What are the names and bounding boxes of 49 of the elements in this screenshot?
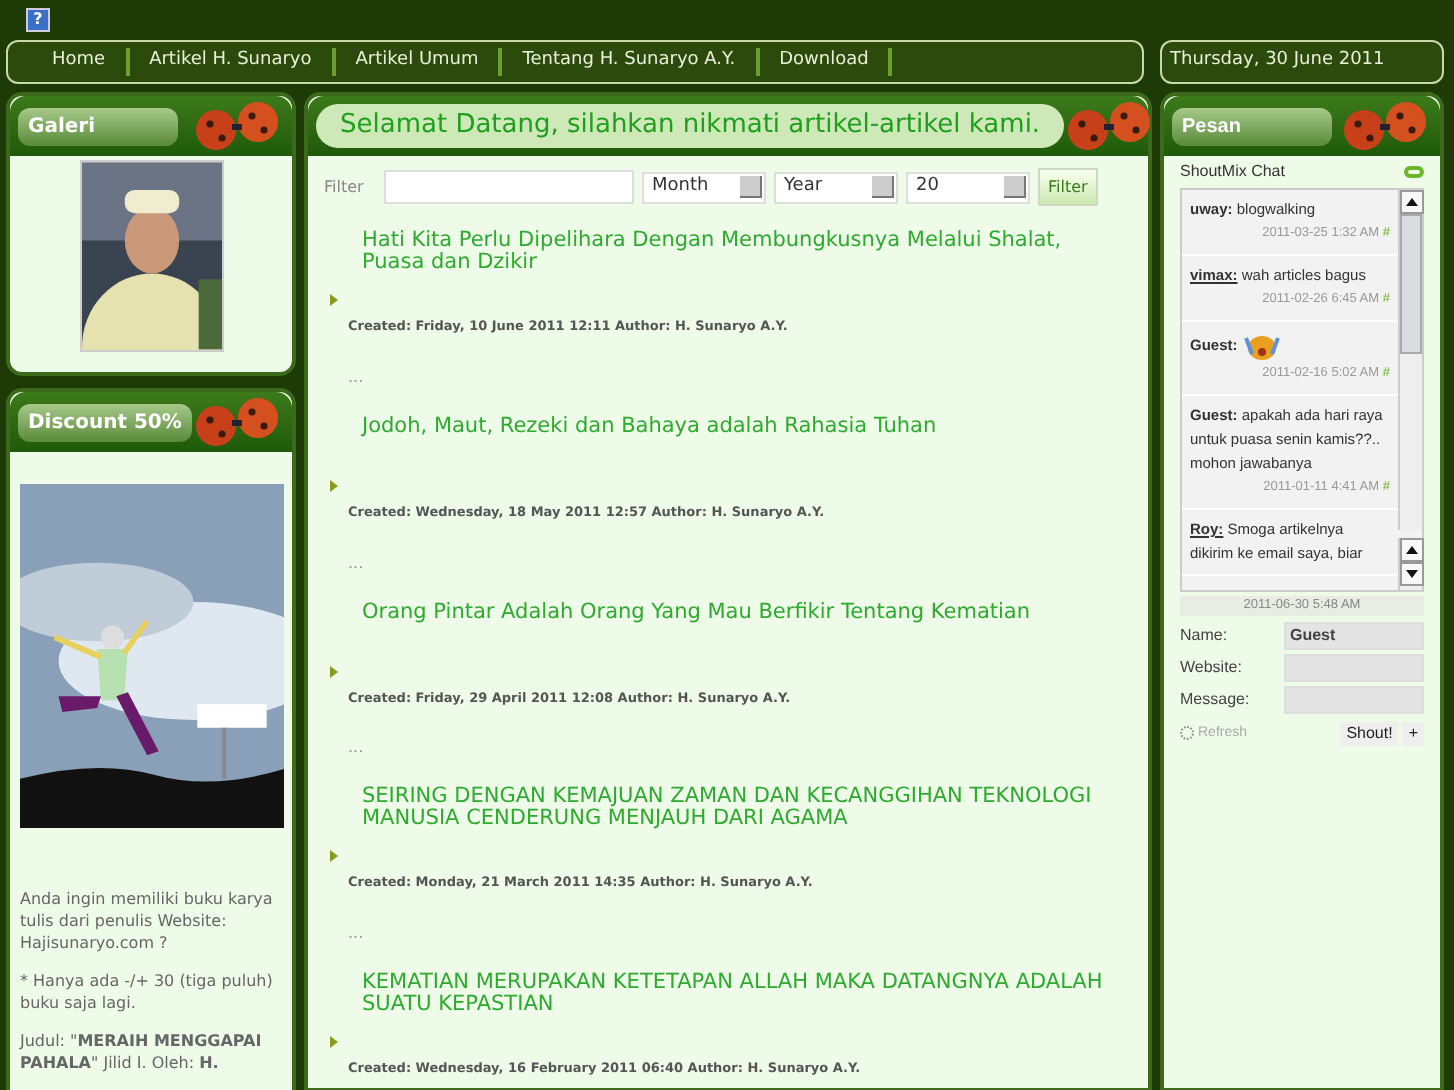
ellipsis-text: ... [346, 365, 366, 390]
date-box: Thursday, 30 June 2011 [1160, 40, 1444, 84]
scrollbar[interactable] [1398, 538, 1422, 590]
chat-title: ShoutMix Chat [1180, 160, 1285, 184]
form-field[interactable] [1284, 653, 1424, 682]
year-select[interactable]: Year [774, 171, 898, 203]
ladybug-icon [192, 396, 284, 448]
nav-link[interactable]: Download [759, 48, 889, 76]
ellipsis-text: ... [346, 551, 366, 575]
nav-link[interactable]: Artikel Umum [335, 48, 499, 76]
shout-button[interactable]: Shout! [1340, 721, 1399, 746]
count-select[interactable]: 20 [906, 171, 1030, 203]
nav-link[interactable]: Home [32, 48, 126, 76]
form-label: Website: [1180, 655, 1242, 680]
form-label: Name: [1180, 623, 1228, 648]
ellipsis-text: ... [346, 922, 366, 946]
panel-title: Pesan [1172, 107, 1332, 145]
panel-title: Discount 50% [18, 403, 192, 441]
ladybug-icon [1340, 100, 1432, 152]
panel-title: Galeri [18, 107, 178, 145]
promo-text: Judul: "MERAIH MENGGAPAI PAHALA" Jilid I. Oleh: H. [20, 1030, 264, 1074]
form-field[interactable]: Guest [1284, 621, 1424, 650]
filter-button[interactable]: Filter [1038, 168, 1098, 206]
refresh-icon [1180, 726, 1194, 741]
help-icon[interactable]: ? [26, 8, 50, 32]
nav-link[interactable]: Artikel H. Sunaryo [129, 48, 332, 76]
add-button[interactable]: + [1402, 721, 1424, 746]
bullet-icon [330, 1036, 338, 1048]
bullet-icon [330, 294, 338, 306]
month-select[interactable]: Month [642, 171, 766, 203]
form-label: Message: [1180, 687, 1250, 712]
emoticon-icon [1241, 330, 1282, 362]
bullet-icon [330, 850, 338, 863]
bullet-icon [330, 665, 338, 677]
form-field[interactable] [1284, 685, 1424, 714]
nav-link[interactable]: Tentang H. Sunaryo A.Y. [502, 48, 756, 76]
scrollbar[interactable] [1398, 190, 1422, 530]
panel-title: Selamat Datang, silahkan nikmati artikel-artikel kami. [316, 104, 1065, 148]
scroll-up-icon[interactable] [1400, 190, 1424, 214]
scroll-up-icon[interactable] [1400, 538, 1424, 562]
ladybug-icon [192, 100, 284, 152]
promo-text: Anda ingin memiliki buku karya tulis dari penulis Website: Hajisunaryo.com ? [20, 888, 275, 954]
scroll-down-icon[interactable] [1400, 562, 1424, 586]
bullet-icon [330, 479, 338, 492]
promo-text: * Hanya ada -/+ 30 (tiga puluh) buku saja lagi. [20, 970, 275, 1014]
filter-field[interactable] [384, 170, 634, 204]
ellipsis-text: ... [346, 736, 366, 761]
chat-logo-icon [1404, 166, 1424, 178]
filter-label: Filter [324, 175, 366, 199]
